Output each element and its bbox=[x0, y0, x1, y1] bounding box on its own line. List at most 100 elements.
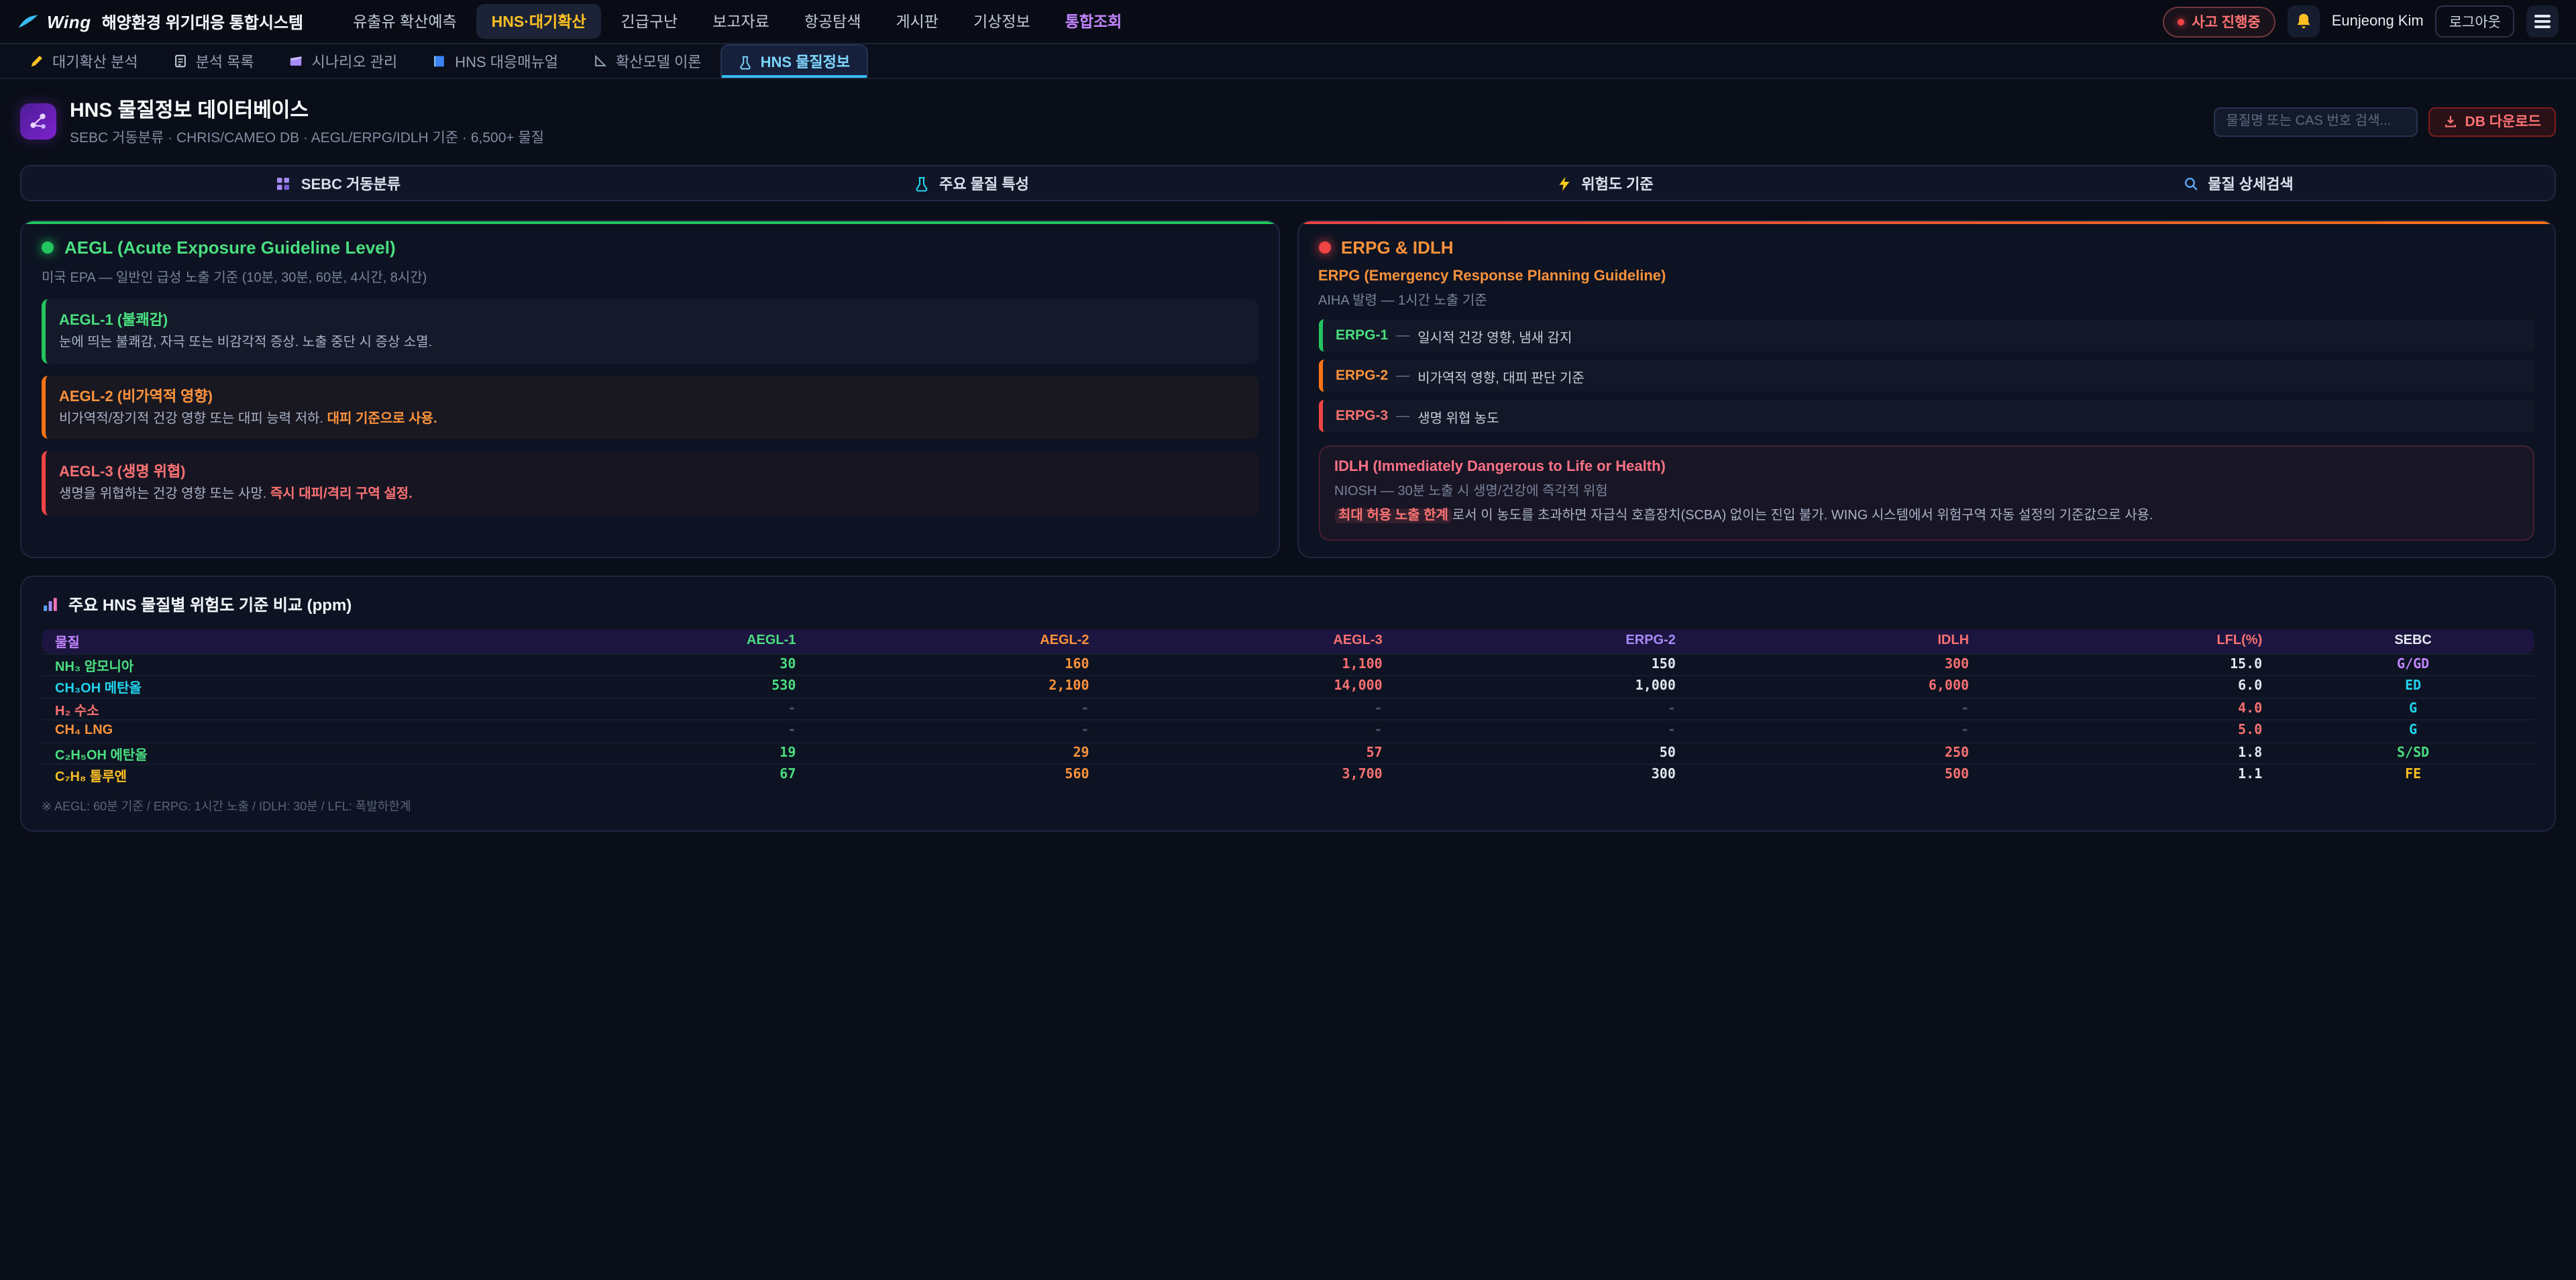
grid-icon bbox=[276, 175, 292, 191]
erpg2-cell: - bbox=[1420, 724, 1713, 739]
lfl-cell: 15.0 bbox=[2006, 657, 2300, 672]
nav-item-weather[interactable]: 기상정보 bbox=[959, 4, 1045, 39]
idlh-subtitle: NIOSH — 30분 노출 시 생명/건강에 즉각적 위험 bbox=[1334, 479, 2518, 499]
column-header-aegl1: AEGL-1 bbox=[540, 633, 833, 648]
section-tab-hazard-criteria[interactable]: 위험도 기준 bbox=[1288, 166, 1921, 200]
aegl3-cell: 14,000 bbox=[1127, 680, 1420, 694]
erpg-section: ERPG (Emergency Response Planning Guidel… bbox=[1318, 268, 2534, 432]
clipboard-icon bbox=[173, 54, 188, 68]
erpg-level-name: ERPG-3 bbox=[1336, 408, 1388, 424]
tab-label: HNS 대응매뉴얼 bbox=[455, 50, 558, 72]
erpg-panel-header: ERPG & IDLH bbox=[1318, 237, 2534, 258]
download-icon bbox=[2444, 114, 2459, 129]
table-row-ethanol[interactable]: C₂H₅OH 에탄올 19 29 57 50 250 1.8 S/SD bbox=[42, 741, 2534, 763]
sebc-cell: FE bbox=[2300, 768, 2534, 783]
erpg-level-2-item: ERPG-2 — 비가역적 영향, 대피 판단 기준 bbox=[1318, 360, 2534, 392]
db-download-label: DB 다운로드 bbox=[2465, 111, 2541, 131]
aegl1-cell: 19 bbox=[540, 746, 833, 761]
aegl-level-1-item: AEGL-1 (불쾌감) 눈에 띄는 불쾌감, 자극 또는 비감각적 증상. 노… bbox=[42, 299, 1258, 363]
nav-item-oil-spill[interactable]: 유출유 확산예측 bbox=[338, 4, 472, 39]
idlh-cell: - bbox=[1713, 724, 2006, 739]
table-row-methanol[interactable]: CH₃OH 메탄올 530 2,100 14,000 1,000 6,000 6… bbox=[42, 675, 2534, 697]
hazard-comparison-card: 주요 HNS 물질별 위험도 기준 비교 (ppm) 물질 AEGL-1 AEG… bbox=[20, 575, 2556, 831]
erpg-idlh-panel: ERPG & IDLH ERPG (Emergency Response Pla… bbox=[1297, 220, 2556, 557]
section-tab-properties[interactable]: 주요 물질 특성 bbox=[655, 166, 1288, 200]
erpg-level-desc: 일시적 건강 영향, 냄새 감지 bbox=[1417, 325, 1572, 345]
notification-bell-button[interactable] bbox=[2288, 5, 2320, 38]
substance-name-cell: C₂H₅OH 에탄올 bbox=[42, 743, 540, 763]
tab-label: 대기확산 분석 bbox=[52, 50, 138, 72]
aegl-level-desc: 눈에 띄는 불쾌감, 자극 또는 비감각적 증상. 노출 중단 시 증상 소멸. bbox=[59, 334, 1244, 354]
table-row-lng[interactable]: CH₄ LNG - - - - - 5.0 G bbox=[42, 719, 2534, 741]
molecule-icon bbox=[20, 103, 56, 140]
table-title-row: 주요 HNS 물질별 위험도 기준 비교 (ppm) bbox=[42, 592, 2534, 615]
erpg-level-3-item: ERPG-3 — 생명 위협 농도 bbox=[1318, 400, 2534, 432]
tab-hns-response-manual[interactable]: HNS 대응매뉴얼 bbox=[416, 44, 574, 78]
table-row-ammonia[interactable]: NH₃ 암모니아 30 160 1,100 150 300 15.0 G/GD bbox=[42, 653, 2534, 675]
idlh-highlight: 최대 허용 노출 한계 bbox=[1334, 509, 1452, 523]
main-nav: 유출유 확산예측 HNS·대기확산 긴급구난 보고자료 항공탐색 게시판 기상정… bbox=[338, 4, 1136, 39]
nav-item-reports[interactable]: 보고자료 bbox=[698, 4, 784, 39]
aegl3-cell: 1,100 bbox=[1127, 657, 1420, 672]
bell-icon bbox=[2294, 12, 2313, 31]
section-tab-label: 주요 물질 특성 bbox=[939, 172, 1029, 194]
page-title-group: HNS 물질정보 데이터베이스 SEBC 거동분류 · CHRIS/CAMEO … bbox=[70, 95, 544, 148]
column-header-erpg2: ERPG-2 bbox=[1420, 633, 1713, 648]
idlh-cell: 300 bbox=[1713, 657, 2006, 672]
book-icon bbox=[432, 54, 447, 68]
idlh-cell: - bbox=[1713, 702, 2006, 716]
erpg2-cell: 150 bbox=[1420, 657, 1713, 672]
idlh-cell: 250 bbox=[1713, 746, 2006, 761]
topbar-right: 사고 진행중 Eunjeong Kim 로그아웃 bbox=[2162, 5, 2559, 38]
tab-hns-substance-info[interactable]: HNS 물질정보 bbox=[720, 44, 868, 78]
aegl-panel-title: AEGL (Acute Exposure Guideline Level) bbox=[64, 237, 396, 258]
erpg-panel-title: ERPG & IDLH bbox=[1341, 237, 1454, 258]
tab-dispersion-model-theory[interactable]: 확산모델 이론 bbox=[577, 44, 718, 78]
erpg-level-name: ERPG-2 bbox=[1336, 368, 1388, 384]
ruler-icon bbox=[593, 54, 608, 68]
logout-button[interactable]: 로그아웃 bbox=[2436, 5, 2514, 38]
lightning-icon bbox=[1556, 175, 1572, 191]
nav-item-hns-dispersion[interactable]: HNS·대기확산 bbox=[477, 4, 601, 39]
nav-item-rescue[interactable]: 긴급구난 bbox=[606, 4, 693, 39]
top-navbar: Wing 해양환경 위기대응 통합시스템 유출유 확산예측 HNS·대기확산 긴… bbox=[0, 0, 2576, 44]
tab-analysis-list[interactable]: 분석 목록 bbox=[157, 44, 270, 78]
nav-item-board[interactable]: 게시판 bbox=[881, 4, 954, 39]
tab-label: 확산모델 이론 bbox=[616, 50, 702, 72]
aegl-level-name: AEGL-1 (불쾌감) bbox=[59, 309, 1244, 330]
table-footnote: ※ AEGL: 60분 기준 / ERPG: 1시간 노출 / IDLH: 30… bbox=[42, 796, 2534, 814]
table-row-hydrogen[interactable]: H₂ 수소 - - - - - 4.0 G bbox=[42, 697, 2534, 719]
substance-search-input[interactable] bbox=[2214, 107, 2418, 136]
aegl-level-2-item: AEGL-2 (비가역적 영향) 비가역적/장기적 건강 영향 또는 대피 능력… bbox=[42, 375, 1258, 439]
section-tab-sebc[interactable]: SEBC 거동분류 bbox=[21, 166, 655, 200]
user-name[interactable]: Eunjeong Kim bbox=[2332, 13, 2424, 30]
section-tab-detail-search[interactable]: 물질 상세검색 bbox=[1921, 166, 2555, 200]
column-header-aegl3: AEGL-3 bbox=[1127, 633, 1420, 648]
tab-scenario-management[interactable]: 시나리오 관리 bbox=[273, 44, 414, 78]
erpg-section-subtitle: AIHA 발령 — 1시간 노출 기준 bbox=[1318, 288, 2534, 309]
section-nav: SEBC 거동분류 주요 물질 특성 위험도 기준 물질 상세검색 bbox=[20, 165, 2556, 201]
sebc-cell: G bbox=[2300, 702, 2534, 716]
section-tab-label: SEBC 거동분류 bbox=[301, 172, 400, 194]
db-download-button[interactable]: DB 다운로드 bbox=[2429, 107, 2556, 136]
section-tab-label: 위험도 기준 bbox=[1581, 172, 1653, 194]
nav-item-integrated-search[interactable]: 통합조회 bbox=[1051, 4, 1137, 39]
clapperboard-icon bbox=[289, 54, 304, 68]
hamburger-menu-button[interactable] bbox=[2526, 5, 2559, 38]
tab-dispersion-analysis[interactable]: 대기확산 분석 bbox=[13, 44, 154, 78]
brand[interactable]: Wing 해양환경 위기대응 통합시스템 bbox=[17, 10, 303, 33]
idlh-cell: 6,000 bbox=[1713, 680, 2006, 694]
column-header-lfl: LFL(%) bbox=[2006, 633, 2300, 648]
test-tube-icon bbox=[738, 54, 753, 69]
incident-status-badge[interactable]: 사고 진행중 bbox=[2162, 6, 2275, 37]
sebc-cell: S/SD bbox=[2300, 746, 2534, 761]
nav-item-aerial-search[interactable]: 항공탐색 bbox=[790, 4, 876, 39]
wing-logo-icon bbox=[17, 13, 39, 30]
table-row-toluene[interactable]: C₇H₈ 톨루엔 67 560 3,700 300 500 1.1 FE bbox=[42, 763, 2534, 786]
section-tab-label: 물질 상세검색 bbox=[2208, 172, 2294, 194]
system-title: 해양환경 위기대응 통합시스템 bbox=[102, 10, 303, 33]
header-actions: DB 다운로드 bbox=[2214, 107, 2556, 136]
aegl2-cell: 2,100 bbox=[833, 680, 1126, 694]
aegl-level-name: AEGL-3 (생명 위협) bbox=[59, 460, 1244, 482]
aegl3-cell: - bbox=[1127, 724, 1420, 739]
